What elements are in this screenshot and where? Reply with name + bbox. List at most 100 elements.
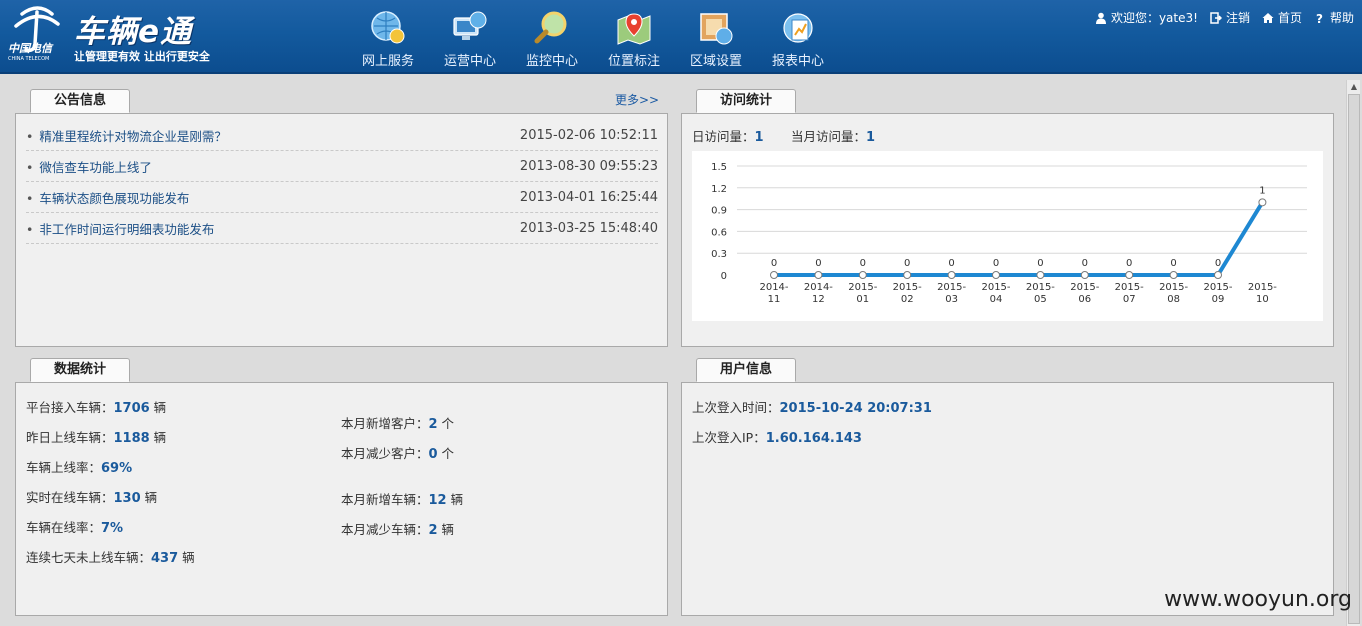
stat-unit: 辆 [178, 550, 195, 565]
nav-operations-center[interactable]: 运营中心 [429, 0, 511, 74]
y-tick-label: 1.5 [711, 162, 727, 173]
x-tick-label: 2015- [981, 282, 1010, 293]
welcome-user: 欢迎您：yate3! [1095, 9, 1198, 26]
stat-unit: 辆 [446, 492, 464, 507]
stat-value: 1188 [113, 431, 150, 446]
last-login-ip: 上次登入IP：1.60.164.143 [692, 427, 862, 446]
stat-value: 2 [428, 523, 438, 538]
x-tick-label: 2015- [848, 282, 877, 293]
stat-value: 437 [151, 551, 179, 566]
y-tick-label: 0 [721, 271, 727, 282]
notice-title[interactable]: 微信查车功能上线了 [26, 157, 152, 176]
tab-user[interactable]: 用户信息 [696, 358, 796, 382]
stat-value: 1706 [113, 401, 150, 416]
daily-visits-label: 日访问量： [692, 129, 755, 144]
y-tick-label: 0.6 [711, 227, 727, 238]
data-label: 0 [771, 258, 777, 269]
x-tick-label: 04 [990, 294, 1003, 305]
app-slogan: 让管理更有效 让出行更安全 [74, 50, 210, 63]
visits-line-chart: 00.30.60.91.21.52014-112014-122015-01201… [692, 151, 1323, 321]
x-tick-label: 02 [901, 294, 914, 305]
data-point [992, 271, 1000, 279]
stat-value: 7% [101, 521, 124, 536]
help-label: 帮助 [1329, 11, 1354, 25]
stat-unit: 个 [437, 446, 455, 461]
stat-item: 车辆在线率：7% [26, 517, 123, 536]
notice-item[interactable]: 非工作时间运行明细表功能发布 2013-03-25 15:48:40 [26, 213, 658, 244]
stat-value: 130 [113, 491, 141, 506]
help-link[interactable]: ? 帮助 [1314, 9, 1354, 26]
data-point [1125, 271, 1134, 279]
user-icon [1095, 12, 1106, 24]
tab-notice[interactable]: 公告信息 [30, 89, 130, 113]
stat-item: 本月减少客户：0 个 [341, 443, 454, 462]
stat-label: 昨日上线车辆： [26, 430, 114, 445]
data-point [1258, 198, 1267, 207]
scroll-thumb[interactable] [1348, 94, 1360, 624]
logo-brand-en: CHINA TELECOM [8, 56, 50, 62]
logout-label: 注销 [1225, 11, 1250, 25]
stat-value: 69% [101, 461, 133, 476]
stat-value: 12 [428, 493, 447, 508]
logout-icon [1210, 11, 1222, 24]
logo-brand-text: 中国电信 [8, 42, 52, 55]
notice-title[interactable]: 精准里程统计对物流企业是刚需？ [26, 126, 227, 145]
data-point [858, 271, 867, 279]
data-label: 1 [1259, 185, 1265, 196]
x-tick-label: 01 [856, 294, 869, 305]
x-tick-label: 2015- [893, 282, 922, 293]
x-tick-label: 2015- [1159, 282, 1188, 293]
tab-visits[interactable]: 访问统计 [696, 89, 796, 113]
page-scrollbar[interactable]: ▲ [1346, 80, 1360, 626]
data-label: 0 [1215, 258, 1221, 269]
x-tick-label: 2015- [1203, 282, 1232, 293]
nav-area-settings[interactable]: 区域设置 [675, 0, 757, 74]
more-link[interactable]: 更多>> [615, 91, 659, 108]
stat-label: 本月减少客户： [341, 446, 429, 461]
nav-online-service[interactable]: 网上服务 [347, 0, 429, 74]
logout-link[interactable]: 注销 [1210, 9, 1250, 26]
nav-label: 监控中心 [525, 54, 578, 69]
stat-label: 实时在线车辆： [26, 490, 114, 505]
stat-item: 平台接入车辆：1706 辆 [26, 397, 166, 416]
stat-item: 连续七天未上线车辆：437 辆 [26, 547, 195, 566]
last-login-time-value: 2015-10-24 20:07:31 [779, 401, 932, 416]
y-tick-label: 0.9 [711, 206, 727, 217]
x-tick-label: 11 [768, 294, 781, 305]
home-link[interactable]: 首页 [1262, 9, 1302, 26]
stat-label: 本月新增车辆： [341, 492, 429, 507]
stat-label: 平台接入车辆： [26, 400, 114, 415]
last-login-ip-label: 上次登入IP： [692, 430, 766, 445]
stat-value: 2 [428, 417, 438, 432]
watermark: www.wooyun.org [1164, 587, 1352, 612]
nav-label: 报表中心 [771, 54, 824, 69]
nav-label: 网上服务 [361, 54, 414, 69]
stat-unit: 辆 [149, 400, 167, 415]
stat-label: 车辆上线率： [26, 460, 102, 475]
svg-text:?: ? [1316, 12, 1323, 24]
data-label: 0 [948, 258, 954, 269]
notice-item[interactable]: 精准里程统计对物流企业是刚需？ 2015-02-06 10:52:11 [26, 120, 658, 151]
nav-report-center[interactable]: 报表中心 [757, 0, 839, 74]
nav-monitor-center[interactable]: 监控中心 [511, 0, 593, 74]
notice-item[interactable]: 微信查车功能上线了 2013-08-30 09:55:23 [26, 151, 658, 182]
stat-item: 实时在线车辆：130 辆 [26, 487, 157, 506]
data-label: 0 [1126, 258, 1132, 269]
notice-date: 2013-08-30 09:55:23 [519, 158, 658, 174]
stat-unit: 辆 [149, 430, 167, 445]
data-point [1169, 271, 1178, 279]
notice-title[interactable]: 非工作时间运行明细表功能发布 [26, 219, 214, 238]
home-icon [1262, 12, 1274, 23]
nav-location-mark[interactable]: 位置标注 [593, 0, 675, 74]
data-point [1214, 271, 1222, 279]
x-tick-label: 2015- [1026, 282, 1055, 293]
notice-date: 2015-02-06 10:52:11 [519, 127, 658, 143]
notice-title[interactable]: 车辆状态颜色展现功能发布 [26, 188, 189, 207]
x-tick-label: 2015- [1248, 282, 1277, 293]
last-login-time: 上次登入时间：2015-10-24 20:07:31 [692, 397, 932, 416]
notice-item[interactable]: 车辆状态颜色展现功能发布 2013-04-01 16:25:44 [26, 182, 658, 213]
stat-item: 本月减少车辆：2 辆 [341, 519, 454, 538]
scroll-up-arrow[interactable]: ▲ [1349, 82, 1359, 92]
tab-stats[interactable]: 数据统计 [30, 358, 130, 382]
y-tick-label: 0.3 [711, 249, 727, 260]
